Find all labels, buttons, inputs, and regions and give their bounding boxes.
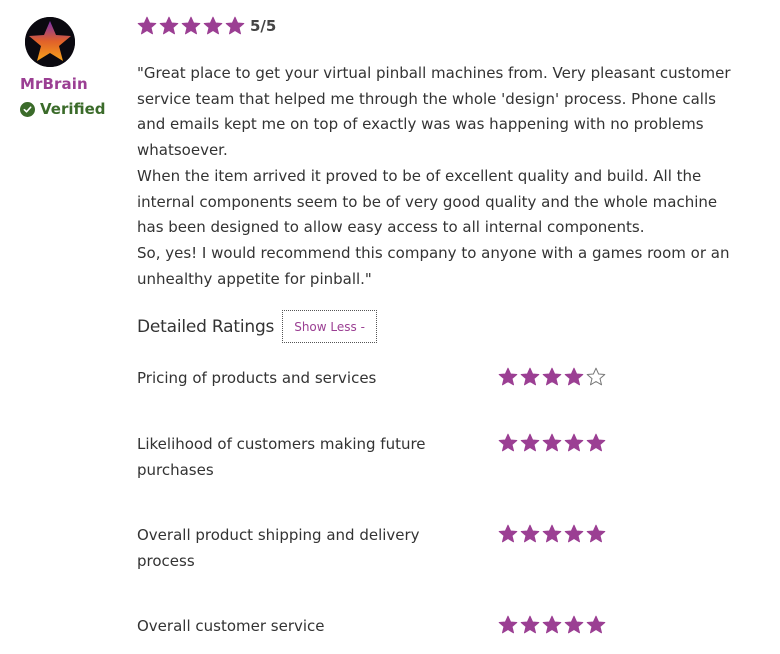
- star-filled-icon: [542, 615, 564, 635]
- rating-label: Pricing of products and services: [137, 369, 377, 387]
- star-filled-icon: [564, 367, 586, 387]
- star-filled-icon: [542, 524, 564, 544]
- check-icon: [20, 101, 35, 117]
- star-filled-icon: [498, 433, 520, 453]
- overall-stars: [137, 16, 247, 36]
- overall-rating: 5/5: [137, 16, 276, 36]
- star-filled-icon: [520, 433, 542, 453]
- rating-label: Overall customer service: [137, 617, 325, 635]
- review-text: "Great place to get your virtual pinball…: [137, 61, 737, 292]
- star-avatar-icon: [25, 17, 75, 67]
- star-filled-icon: [520, 524, 542, 544]
- overall-score: 5/5: [250, 17, 277, 35]
- reviewer-name[interactable]: MrBrain: [20, 75, 88, 93]
- review-paragraph: When the item arrived it proved to be of…: [137, 166, 718, 237]
- show-less-button[interactable]: Show Less -: [282, 310, 377, 343]
- star-filled-icon: [542, 433, 564, 453]
- star-filled-icon: [137, 16, 159, 36]
- star-filled-icon: [520, 615, 542, 635]
- review-paragraph: So, yes! I would recommend this company …: [137, 243, 730, 288]
- star-filled-icon: [542, 367, 564, 387]
- star-filled-icon: [159, 16, 181, 36]
- star-filled-icon: [498, 524, 520, 544]
- star-filled-icon: [564, 433, 586, 453]
- star-filled-icon: [203, 16, 225, 36]
- rating-stars: [498, 433, 608, 453]
- star-filled-icon: [498, 615, 520, 635]
- rating-stars: [498, 524, 608, 544]
- star-filled-icon: [225, 16, 247, 36]
- star-filled-icon: [564, 524, 586, 544]
- rating-label: Overall product shipping and delivery pr…: [137, 526, 420, 570]
- star-filled-icon: [586, 615, 608, 635]
- star-empty-icon: [586, 367, 608, 387]
- detailed-ratings-header: Detailed Ratings Show Less -: [137, 310, 377, 343]
- avatar: [25, 17, 75, 67]
- rating-label: Likelihood of customers making future pu…: [137, 435, 426, 479]
- star-filled-icon: [498, 367, 520, 387]
- star-filled-icon: [586, 433, 608, 453]
- detailed-ratings-title: Detailed Ratings: [137, 316, 275, 337]
- rating-stars: [498, 615, 608, 635]
- review-paragraph: "Great place to get your virtual pinball…: [137, 64, 731, 160]
- star-filled-icon: [586, 524, 608, 544]
- verified-label: Verified: [40, 100, 106, 118]
- star-filled-icon: [520, 367, 542, 387]
- star-filled-icon: [181, 16, 203, 36]
- verified-badge: Verified: [20, 100, 106, 118]
- rating-stars: [498, 367, 608, 387]
- star-filled-icon: [564, 615, 586, 635]
